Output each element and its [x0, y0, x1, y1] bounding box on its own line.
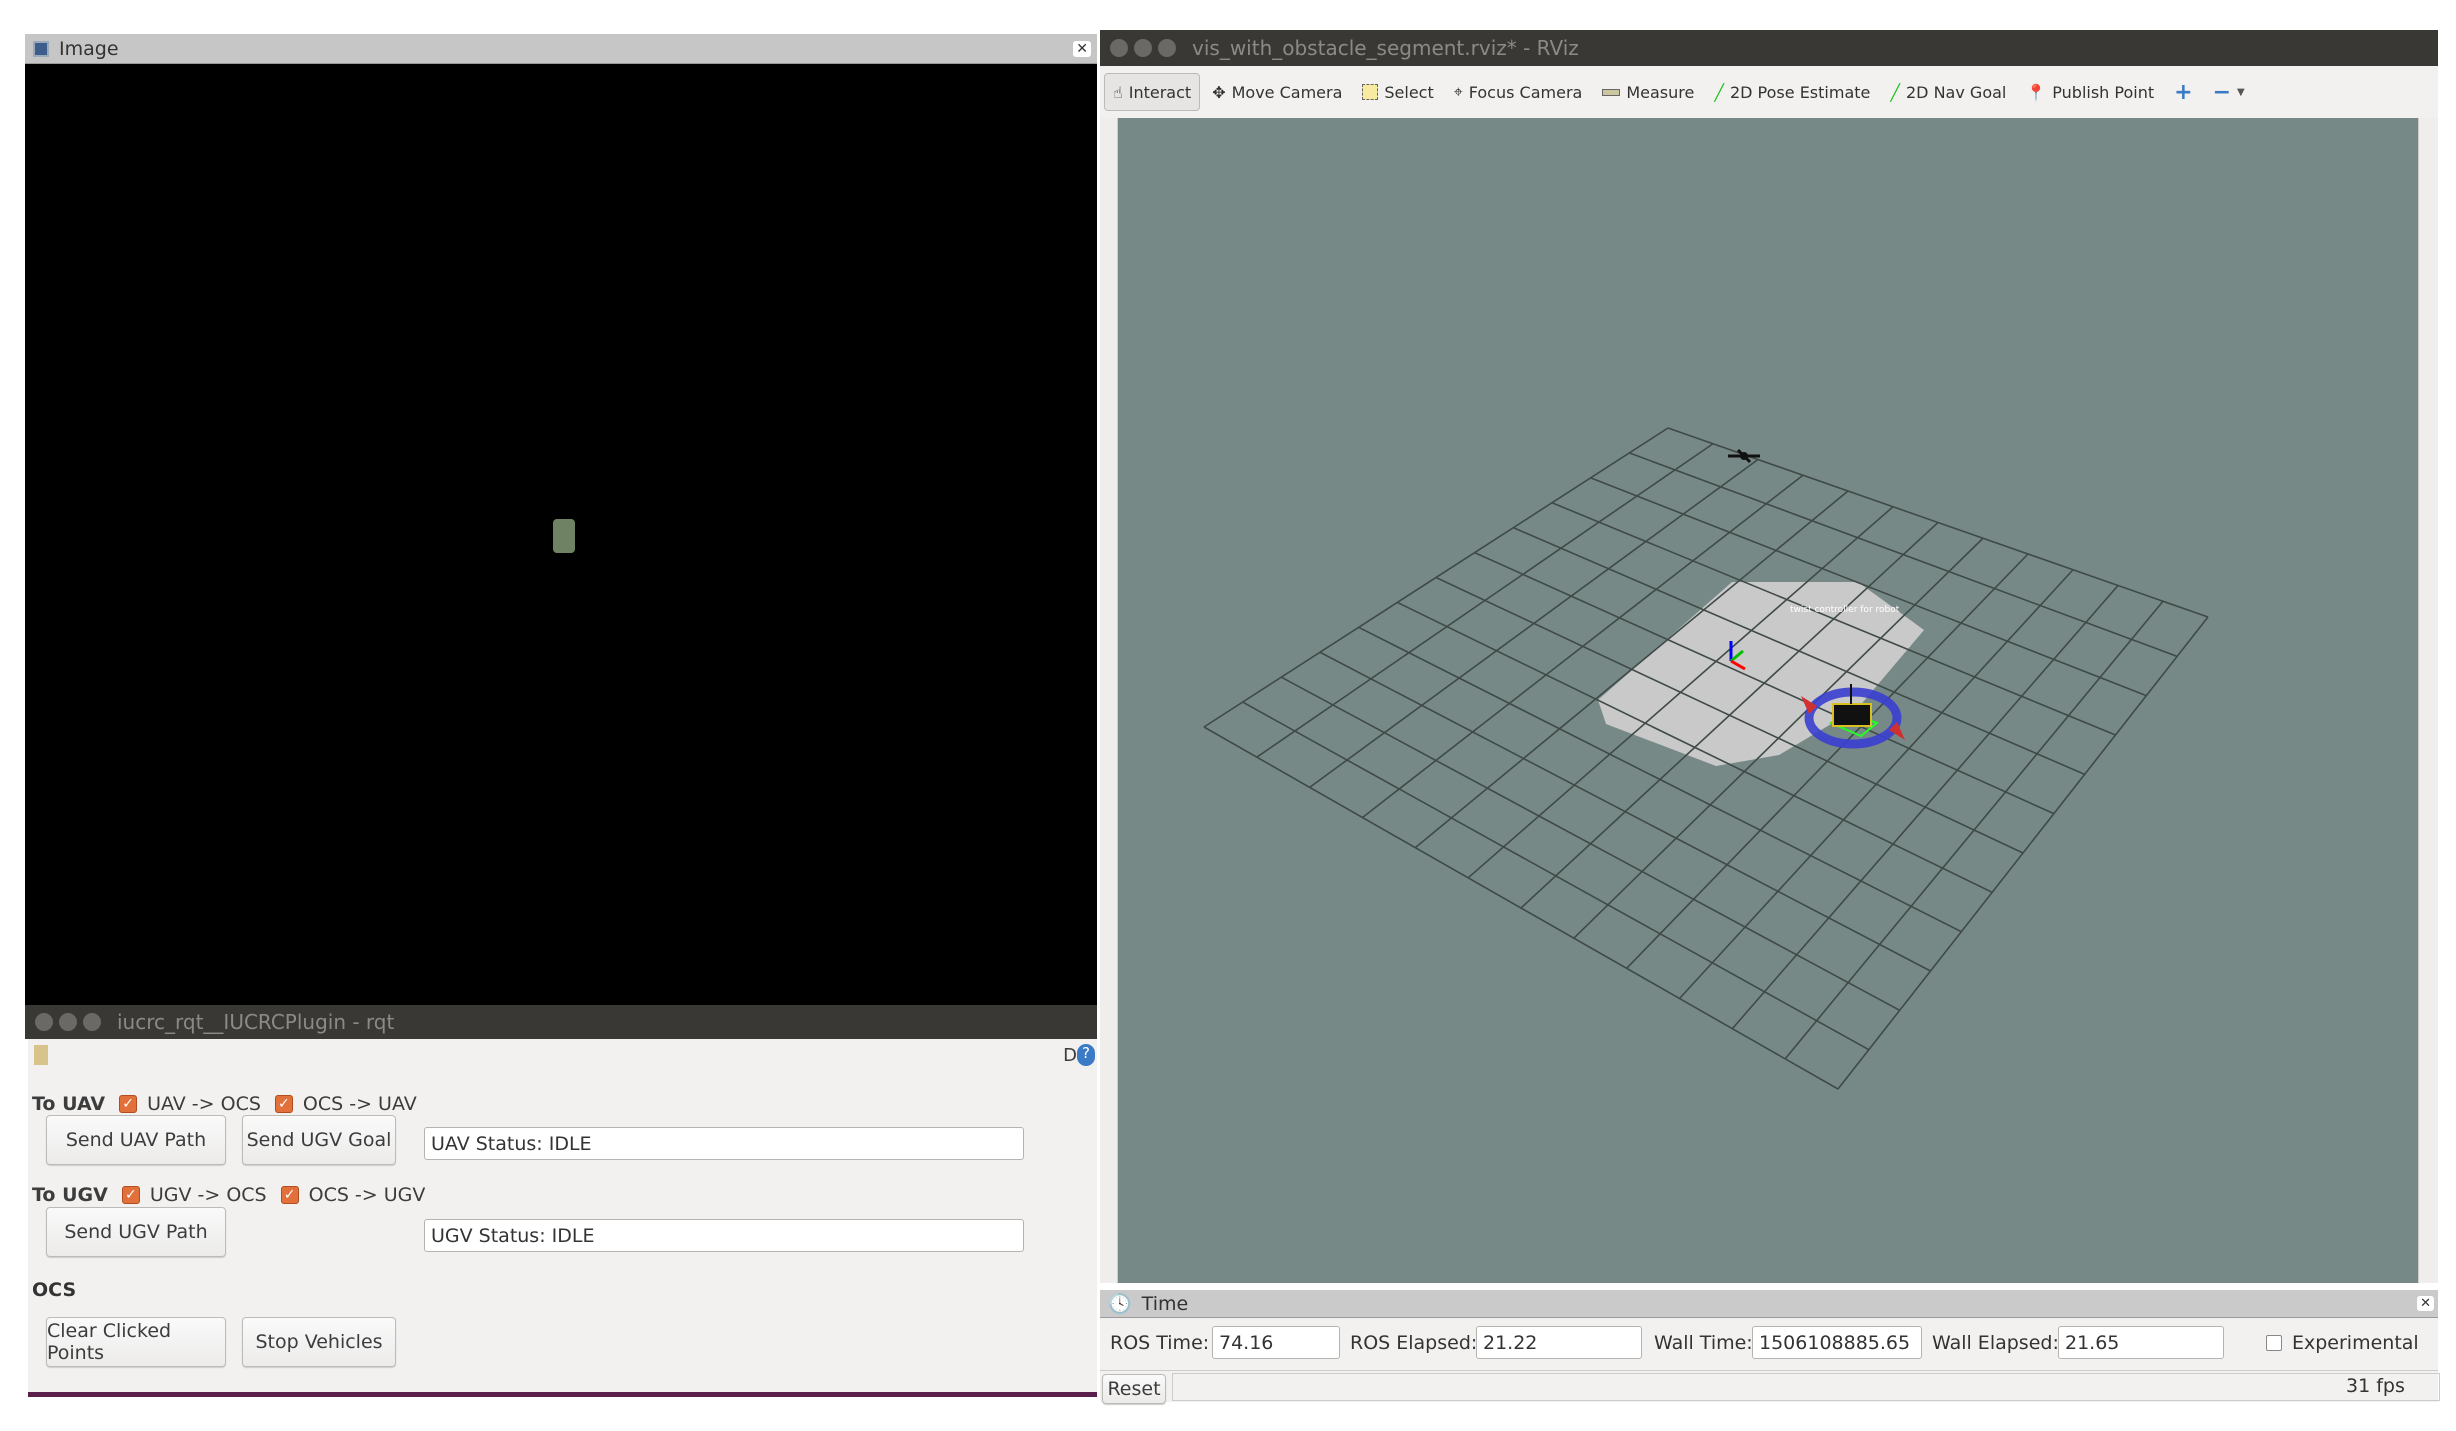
maximize-button[interactable]: [1158, 39, 1176, 57]
3d-scene: twist controller for robot: [1203, 427, 2209, 1090]
experimental-label: Experimental: [2292, 1332, 2419, 1354]
green-arrow-icon: ╱: [1714, 82, 1724, 102]
status-message: [1172, 1373, 2440, 1401]
image-blob: [553, 519, 575, 553]
image-panel-header: Image ✕: [25, 34, 1097, 64]
minimize-button[interactable]: [59, 1013, 77, 1031]
ocs-to-ugv-checkbox[interactable]: ✓: [280, 1186, 299, 1204]
close-icon[interactable]: ✕: [1073, 40, 1091, 57]
tool-2d-nav-goal[interactable]: ╱ 2D Nav Goal: [1882, 73, 2014, 111]
tool-2d-pose-estimate[interactable]: ╱ 2D Pose Estimate: [1706, 73, 1878, 111]
hand-icon: ☝: [1113, 82, 1123, 102]
uav-to-ocs-label: UAV -> OCS: [147, 1093, 261, 1115]
ros-time-field[interactable]: 74.16: [1212, 1326, 1340, 1359]
grid-line: [1203, 726, 1839, 1090]
clear-clicked-points-button[interactable]: Clear Clicked Points: [46, 1317, 226, 1367]
remove-tool-button[interactable]: − ▼: [2205, 73, 2253, 111]
rviz-title-bar: vis_with_obstacle_segment.rviz* - RViz: [1100, 30, 2438, 66]
image-icon: [33, 40, 49, 57]
close-button[interactable]: [35, 1013, 53, 1031]
fps-label: 31 fps: [2346, 1375, 2405, 1397]
grid-line: [1837, 616, 2209, 1090]
ros-elapsed-label: ROS Elapsed:: [1350, 1332, 1478, 1354]
rqt-window-title: iucrc_rqt__IUCRCPlugin - rqt: [117, 1010, 395, 1034]
rqt-body: D ? To UAV ✓ UAV -> OCS ✓ OCS -> UAV Send …: [28, 1039, 1097, 1397]
focus-icon: ⌖: [1453, 82, 1463, 101]
tool-move-camera[interactable]: ✥ Move Camera: [1204, 73, 1350, 111]
ros-time-label: ROS Time:: [1110, 1332, 1210, 1354]
close-icon[interactable]: ✕: [2417, 1296, 2434, 1311]
green-arrow-icon: ╱: [1890, 82, 1900, 102]
rviz-right-dock: [2418, 118, 2438, 1283]
send-uav-path-button[interactable]: Send UAV Path: [46, 1115, 226, 1165]
uav-to-ocs-checkbox[interactable]: ✓: [119, 1095, 138, 1113]
wall-elapsed-field[interactable]: 21.65: [2058, 1326, 2224, 1359]
add-tool-button[interactable]: +: [2166, 73, 2200, 111]
ugv-row: To UGV ✓ UGV -> OCS ✓ OCS -> UGV: [32, 1184, 425, 1206]
ugv-label: To UGV: [32, 1184, 108, 1206]
wall-time-label: Wall Time:: [1654, 1332, 1753, 1354]
3d-view[interactable]: twist controller for robot: [1118, 118, 2418, 1283]
ocs-label: OCS: [32, 1279, 77, 1301]
robot-body: [1832, 703, 1872, 727]
ugv-to-ocs-label: UGV -> OCS: [149, 1184, 267, 1206]
help-icon[interactable]: ?: [1077, 1044, 1095, 1066]
marker-text: twist controller for robot: [1790, 605, 1900, 615]
wall-time-field[interactable]: 1506108885.65: [1752, 1326, 1922, 1359]
ruler-icon: [1602, 88, 1621, 96]
time-panel-header: 🕓 Time ✕: [1100, 1290, 2438, 1318]
wall-elapsed-label: Wall Elapsed:: [1932, 1332, 2059, 1354]
help-d[interactable]: D: [1063, 1045, 1077, 1066]
move-icon: ✥: [1212, 82, 1226, 102]
time-panel: ROS Time: 74.16 ROS Elapsed: 21.22 Wall …: [1100, 1318, 2438, 1370]
ros-elapsed-field[interactable]: 21.22: [1476, 1326, 1642, 1359]
tool-focus-camera[interactable]: ⌖ Focus Camera: [1446, 73, 1591, 111]
stop-vehicles-button[interactable]: Stop Vehicles: [242, 1317, 396, 1367]
uav-label: To UAV: [32, 1093, 106, 1115]
minimize-button[interactable]: [1134, 39, 1152, 57]
rviz-toolbar: ☝ Interact ✥ Move Camera Select ⌖ Focus Cam…: [1100, 66, 2438, 118]
send-ugv-path-button[interactable]: Send UGV Path: [46, 1207, 226, 1257]
close-button[interactable]: [1110, 39, 1128, 57]
uav-status-field[interactable]: UAV Status: IDLE: [424, 1127, 1024, 1160]
tool-publish-point[interactable]: 📍 Publish Point: [2018, 73, 2162, 111]
drone-body: [1740, 452, 1748, 460]
time-panel-title: Time: [1141, 1292, 1189, 1315]
ocs-to-ugv-label: OCS -> UGV: [308, 1184, 426, 1206]
rqt-title-bar: iucrc_rqt__IUCRCPlugin - rqt: [25, 1005, 1097, 1039]
ugv-status-field[interactable]: UGV Status: IDLE: [424, 1219, 1024, 1252]
tool-measure[interactable]: Measure: [1594, 73, 1702, 111]
map-pin-icon: 📍: [2026, 82, 2047, 102]
rviz-window-title: vis_with_obstacle_segment.rviz* - RViz: [1192, 36, 1579, 60]
plugin-icon: [34, 1045, 48, 1065]
rviz-left-dock: [1100, 118, 1118, 1283]
experimental-checkbox[interactable]: [2266, 1335, 2282, 1351]
ugv-to-ocs-checkbox[interactable]: ✓: [121, 1186, 140, 1204]
status-bar: Reset 31 fps: [1100, 1370, 2440, 1404]
tool-select[interactable]: Select: [1354, 73, 1441, 111]
select-icon: [1362, 84, 1379, 100]
ocs-to-uav-label: OCS -> UAV: [302, 1093, 417, 1115]
image-view: [25, 64, 1097, 1005]
clock-icon: 🕓: [1108, 1293, 1132, 1315]
send-ugv-goal-button[interactable]: Send UGV Goal: [242, 1115, 396, 1165]
reset-button[interactable]: Reset: [1102, 1374, 1166, 1404]
tool-interact[interactable]: ☝ Interact: [1104, 73, 1201, 111]
maximize-button[interactable]: [83, 1013, 101, 1031]
image-panel-title: Image: [59, 37, 119, 60]
uav-row: To UAV ✓ UAV -> OCS ✓ OCS -> UAV: [32, 1093, 417, 1115]
ocs-to-uav-checkbox[interactable]: ✓: [274, 1095, 293, 1113]
